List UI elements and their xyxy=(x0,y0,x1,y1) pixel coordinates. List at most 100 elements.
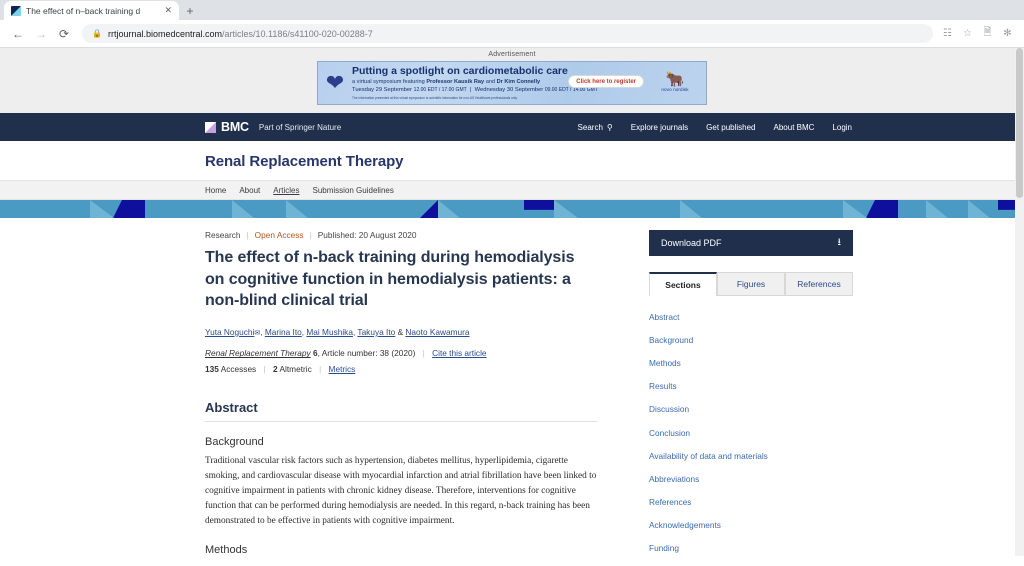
list-item: Abstract xyxy=(649,304,853,327)
journal-title[interactable]: Renal Replacement Therapy xyxy=(205,153,1024,170)
list-item: Methods xyxy=(649,350,853,373)
search-icon: ⚲ xyxy=(606,122,613,132)
page-viewport: Advertisement ❤ Putting a spotlight on c… xyxy=(0,48,1024,556)
close-icon[interactable]: ✕ xyxy=(162,6,174,15)
accesses-label: Accesses xyxy=(220,364,257,375)
reader-icon[interactable]: 🗎 xyxy=(981,27,994,40)
download-pdf-button[interactable]: Download PDF ⭳ xyxy=(649,230,853,256)
translate-icon[interactable]: ☷ xyxy=(941,27,954,40)
journal-nav-submission-guidelines[interactable]: Submission Guidelines xyxy=(312,186,393,195)
list-item: Acknowledgements xyxy=(649,513,853,536)
author-link[interactable]: Yuta Noguchi xyxy=(205,327,254,337)
article-main-column: Research | Open Access | Published: 20 A… xyxy=(205,230,597,556)
list-item: Availability of data and materials xyxy=(649,443,853,466)
altmetric-count: 2 xyxy=(273,364,278,375)
ad-register-button[interactable]: Click here to register xyxy=(568,75,644,88)
article-number: Article number: 38 (2020) xyxy=(321,348,416,359)
tab-sections[interactable]: Sections xyxy=(649,272,717,296)
sidebar-item-methods[interactable]: Methods xyxy=(649,358,681,368)
volume: 6 xyxy=(312,348,318,359)
sidebar-item-references[interactable]: References xyxy=(649,497,691,507)
nav-search[interactable]: Search ⚲ xyxy=(578,123,613,132)
page-scrollbar[interactable] xyxy=(1015,48,1024,556)
sidebar-item-abbreviations[interactable]: Abbreviations xyxy=(649,474,699,484)
author-link[interactable]: Marina Ito xyxy=(265,327,302,337)
cite-this-article-link[interactable]: Cite this article xyxy=(432,348,486,358)
abstract-background-text: Traditional vascular risk factors such a… xyxy=(205,456,597,527)
download-icon: ⭳ xyxy=(837,236,842,248)
journal-nav-home[interactable]: Home xyxy=(205,186,226,195)
section-nav-list: Abstract Background Methods Results Disc… xyxy=(649,304,853,556)
bmc-tagline: Part of Springer Nature xyxy=(258,122,342,132)
bmc-nav-links: Search ⚲ Explore journals Get published A… xyxy=(578,123,1024,132)
bmc-favicon-icon xyxy=(11,5,21,16)
altmetric-label: Altmetric xyxy=(279,364,312,375)
sidebar-item-abstract[interactable]: Abstract xyxy=(649,312,679,322)
list-item: Background xyxy=(649,327,853,350)
new-tab-button[interactable]: + xyxy=(179,1,201,20)
decorative-strip xyxy=(0,200,1024,218)
published-date: Published: 20 August 2020 xyxy=(317,230,417,240)
nav-about-bmc[interactable]: About BMC xyxy=(774,123,815,132)
download-pdf-label: Download PDF xyxy=(661,238,722,248)
sidebar-item-funding[interactable]: Funding xyxy=(649,543,679,553)
sponsor-name: novo nordisk xyxy=(661,87,689,92)
journal-header: Renal Replacement Therapy xyxy=(0,141,1024,180)
novo-nordisk-bull-icon: 🐂 xyxy=(665,71,685,88)
envelope-icon[interactable]: ✉ xyxy=(254,330,260,337)
tab-strip: The effect of n–back training d ✕ + xyxy=(0,0,1024,20)
author-link[interactable]: Naoto Kawamura xyxy=(405,327,469,337)
article-content: Research | Open Access | Published: 20 A… xyxy=(0,218,1024,556)
bookmark-star-icon[interactable]: ☆ xyxy=(961,27,974,40)
address-bar[interactable]: 🔒 rrtjournal.biomedcentral.com/articles/… xyxy=(82,24,933,43)
sidebar-item-background[interactable]: Background xyxy=(649,335,693,345)
browser-toolbar: ← → ⟳ 🔒 rrtjournal.biomedcentral.com/art… xyxy=(0,20,1024,48)
anatomical-heart-icon: ❤ xyxy=(325,70,345,95)
sidebar-item-acknowledgements[interactable]: Acknowledgements xyxy=(649,520,721,530)
scrollbar-thumb[interactable] xyxy=(1016,48,1023,198)
sidebar-item-discussion[interactable]: Discussion xyxy=(649,404,689,414)
accesses-count: 135 xyxy=(205,364,219,375)
tab-figures[interactable]: Figures xyxy=(717,272,785,295)
journal-nav-articles[interactable]: Articles xyxy=(273,186,299,195)
advertisement-label: Advertisement xyxy=(488,51,536,58)
advertisement-banner[interactable]: ❤ Putting a spotlight on cardiometabolic… xyxy=(317,61,707,105)
metrics-link[interactable]: Metrics xyxy=(329,364,356,374)
open-access-badge: Open Access xyxy=(254,230,304,240)
reload-icon[interactable]: ⟳ xyxy=(54,24,74,44)
sidebar-item-conclusion[interactable]: Conclusion xyxy=(649,428,690,438)
url-host: rrtjournal.biomedcentral.com xyxy=(107,28,223,39)
abstract-background-heading: Background xyxy=(205,436,264,449)
metrics-line: 135 Accesses | 2 Altmetric | Metrics xyxy=(205,364,356,375)
sidebar-item-results[interactable]: Results xyxy=(649,381,677,391)
article-meta: Research | Open Access | Published: 20 A… xyxy=(205,230,417,240)
nav-login[interactable]: Login xyxy=(832,123,852,132)
forward-icon[interactable]: → xyxy=(31,24,51,44)
list-item: Discussion xyxy=(649,397,853,420)
nav-get-published[interactable]: Get published xyxy=(706,123,755,132)
list-item: Funding xyxy=(649,536,853,556)
sponsor-logo: 🐂 novo nordisk xyxy=(649,72,701,92)
tab-references[interactable]: References xyxy=(785,272,853,295)
sidebar-item-availability-of-data[interactable]: Availability of data and materials xyxy=(649,451,768,461)
abstract-methods-heading: Methods xyxy=(205,543,248,556)
author-link[interactable]: Takuya Ito xyxy=(357,327,395,337)
lock-icon: 🔒 xyxy=(92,29,102,38)
citation-line: Renal Replacement Therapy 6, Article num… xyxy=(205,348,487,359)
bmc-global-nav: BMC Part of Springer Nature Search ⚲ Expl… xyxy=(0,113,1024,141)
author-link[interactable]: Mai Mushika xyxy=(306,327,353,337)
browser-tab[interactable]: The effect of n–back training d ✕ xyxy=(4,1,179,20)
journal-name[interactable]: Renal Replacement Therapy xyxy=(205,348,311,358)
article-sidebar: Download PDF ⭳ Sections Figures Referenc… xyxy=(649,230,853,556)
journal-nav-about[interactable]: About xyxy=(239,186,260,195)
list-item: Results xyxy=(649,374,853,397)
ad-fineprint: The information presented at this virtua… xyxy=(352,95,517,100)
list-item: References xyxy=(649,490,853,513)
browser-chrome: The effect of n–back training d ✕ + ← → … xyxy=(0,0,1024,48)
toolbar-icons: ☷ ☆ 🗎 ✻ xyxy=(941,27,1016,40)
nav-explore-journals[interactable]: Explore journals xyxy=(631,123,688,132)
back-icon[interactable]: ← xyxy=(8,24,28,44)
bmc-brand: BMC xyxy=(221,120,249,134)
bmc-logo[interactable]: BMC Part of Springer Nature xyxy=(205,120,341,134)
extensions-icon[interactable]: ✻ xyxy=(1001,27,1014,40)
